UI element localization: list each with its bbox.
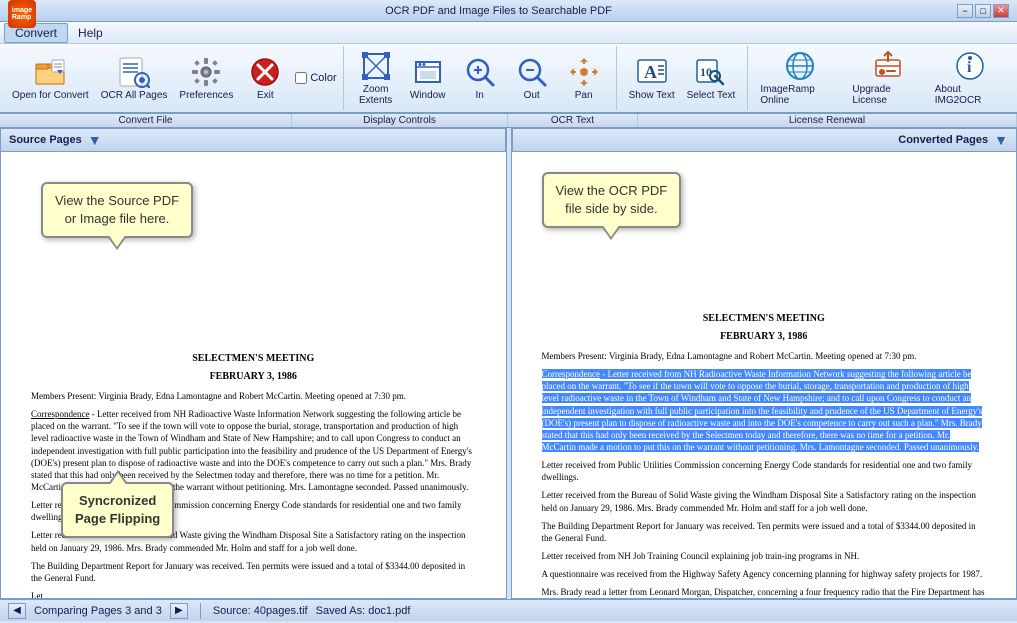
label-display-controls: Display Controls [292, 114, 508, 127]
about-button[interactable]: i About IMG2OCR [929, 48, 1011, 108]
source-file: Source: 40pages.tif [213, 605, 308, 617]
converted-panel: Converted Pages ▼ View the OCR PDF file … [511, 128, 1017, 599]
window-button[interactable]: Window [402, 54, 454, 103]
color-checkbox[interactable]: Color [295, 72, 336, 84]
close-button[interactable]: ✕ [993, 4, 1009, 18]
toolbar-group-license: ImageRamp Online Upgrade License i [748, 46, 1017, 110]
label-ocr-text: OCR Text [508, 114, 638, 127]
app-logo: imageRamp [8, 0, 36, 28]
next-page-button[interactable]: ▶ [170, 603, 188, 619]
toolbar-labels: Convert File Display Controls OCR Text L… [0, 114, 1017, 128]
imageramp-online-button[interactable]: ImageRamp Online [754, 48, 846, 108]
source-doc: SELECTMEN'S MEETING FEBRUARY 3, 1986 Mem… [31, 352, 476, 598]
status-separator [200, 603, 201, 619]
toolbar: Open for Convert OCR All Pages [0, 44, 1017, 114]
converted-doc: SELECTMEN'S MEETING FEBRUARY 3, 1986 Mem… [542, 312, 987, 598]
panels: Source Pages ▼ View the Source PDF or Im… [0, 128, 1017, 599]
exit-button[interactable]: Exit [239, 54, 291, 103]
prev-page-button[interactable]: ◀ [8, 603, 26, 619]
upgrade-license-button[interactable]: Upgrade License [846, 48, 928, 108]
open-for-convert-button[interactable]: Open for Convert [6, 54, 95, 103]
title-text: OCR PDF and Image Files to Searchable PD… [40, 5, 957, 17]
maximize-button[interactable]: □ [975, 4, 991, 18]
converted-panel-arrow[interactable]: ▼ [994, 132, 1008, 148]
select-text-button[interactable]: 10 Select Text [681, 54, 742, 103]
toolbar-group-display: Zoom Extents Window [344, 46, 617, 110]
window-controls: − □ ✕ [957, 4, 1009, 18]
converted-panel-header: Converted Pages ▼ [512, 129, 1017, 152]
toolbar-group-convert: Open for Convert OCR All Pages [0, 46, 344, 110]
saved-as: Saved As: doc1.pdf [316, 605, 411, 617]
preferences-button[interactable]: Preferences [173, 54, 239, 103]
source-doc-title2: FEBRUARY 3, 1986 [31, 370, 476, 384]
converted-doc-title1: SELECTMEN'S MEETING [542, 312, 987, 326]
zoom-out-button[interactable]: Out [506, 54, 558, 103]
svg-text:i: i [967, 59, 972, 76]
highlighted-text: Correspondence - Letter received from NH… [542, 369, 983, 452]
right-callout: View the OCR PDF file side by side. [542, 172, 682, 228]
minimize-button[interactable]: − [957, 4, 973, 18]
label-convert-file: Convert File [0, 114, 292, 127]
source-panel-header: Source Pages ▼ [1, 129, 506, 152]
zoom-in-button[interactable]: In [454, 54, 506, 103]
converted-panel-content[interactable]: View the OCR PDF file side by side. SELE… [512, 152, 1017, 598]
toolbar-group-ocr: A Show Text 10 Select Text [617, 46, 749, 110]
title-bar: imageRamp OCR PDF and Image Files to Sea… [0, 0, 1017, 22]
converted-doc-title2: FEBRUARY 3, 1986 [542, 330, 987, 344]
menu-item-help[interactable]: Help [68, 24, 113, 42]
ocr-all-pages-button[interactable]: OCR All Pages [95, 54, 174, 103]
status-bar: ◀ Comparing Pages 3 and 3 ▶ Source: 40pa… [0, 599, 1017, 621]
bottom-callout: Syncronized Page Flipping [61, 482, 174, 538]
menu-bar: Convert Help [0, 22, 1017, 44]
page-info: Comparing Pages 3 and 3 [34, 605, 162, 617]
color-input[interactable] [295, 72, 307, 84]
source-panel: Source Pages ▼ View the Source PDF or Im… [0, 128, 507, 599]
source-doc-title1: SELECTMEN'S MEETING [31, 352, 476, 366]
show-text-button[interactable]: A Show Text [623, 54, 681, 103]
left-callout: View the Source PDF or Image file here. [41, 182, 193, 238]
source-panel-arrow[interactable]: ▼ [88, 132, 102, 148]
zoom-extents-button[interactable]: Zoom Extents [350, 48, 402, 108]
source-panel-content[interactable]: View the Source PDF or Image file here. … [1, 152, 506, 598]
svg-text:A: A [644, 62, 657, 82]
pan-button[interactable]: Pan [558, 54, 610, 103]
label-license-renewal: License Renewal [638, 114, 1017, 127]
converted-doc-body: Members Present: Virginia Brady, Edna La… [542, 350, 987, 598]
